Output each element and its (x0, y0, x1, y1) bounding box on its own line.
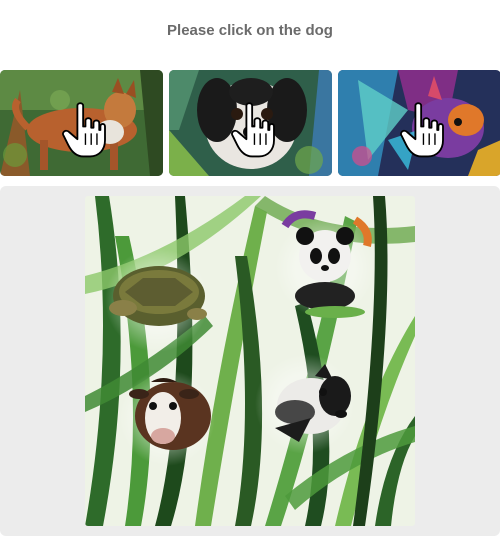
dog-animal[interactable] (255, 354, 355, 454)
pointer-hand-icon (61, 102, 106, 158)
challenge-panel (0, 186, 500, 536)
pointer-hand-icon (399, 102, 444, 158)
example-thumbnail-2[interactable] (169, 70, 332, 176)
example-thumbnail-3[interactable] (338, 70, 500, 176)
example-thumbnail-1[interactable] (0, 70, 163, 176)
challenge-image[interactable] (85, 196, 415, 526)
challenge-prompt: Please click on the dog (167, 22, 333, 39)
pointer-hand-icon (230, 102, 275, 158)
example-thumbnails (0, 70, 500, 176)
jungle-grass-scene (85, 196, 415, 526)
cow-animal[interactable] (119, 370, 215, 466)
turtle-animal[interactable] (105, 248, 209, 352)
